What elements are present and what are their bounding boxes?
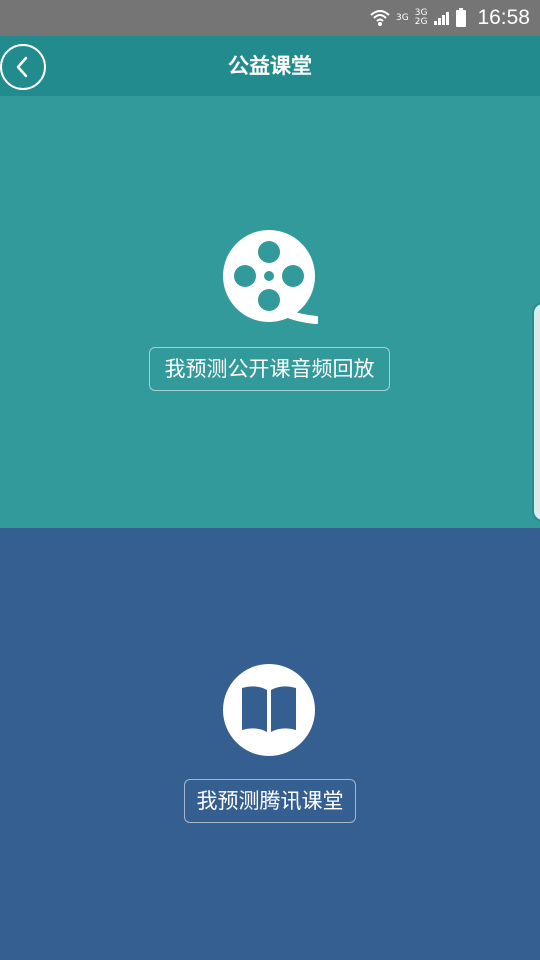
status-bar: 3G 3G 2G 16:58 [0, 0, 540, 36]
network-label: 2G [414, 17, 428, 27]
tencent-class-section[interactable]: 我预测腾讯课堂 [0, 528, 540, 960]
clock-time: 16:58 [477, 6, 530, 29]
battery-icon [456, 8, 467, 27]
network-label: 3G [396, 12, 409, 23]
network-type-b: 3G 2G [415, 9, 428, 27]
network-type-a: 3G [396, 12, 409, 23]
nav-bar: 公益课堂 [0, 36, 540, 96]
page-title: 公益课堂 [228, 54, 312, 78]
status-icons: 3G 3G 2G 16:58 [370, 0, 530, 36]
film-reel-icon [223, 230, 318, 324]
public-class-audio-replay-button[interactable]: 我预测公开课音频回放 [149, 347, 390, 391]
open-book-icon [223, 664, 315, 756]
public-class-audio-section[interactable]: 我预测公开课音频回放 [0, 96, 540, 528]
signal-icon [434, 12, 450, 25]
wifi-icon [370, 10, 390, 26]
side-drawer-handle[interactable] [532, 302, 540, 522]
tencent-class-button[interactable]: 我预测腾讯课堂 [184, 779, 356, 823]
